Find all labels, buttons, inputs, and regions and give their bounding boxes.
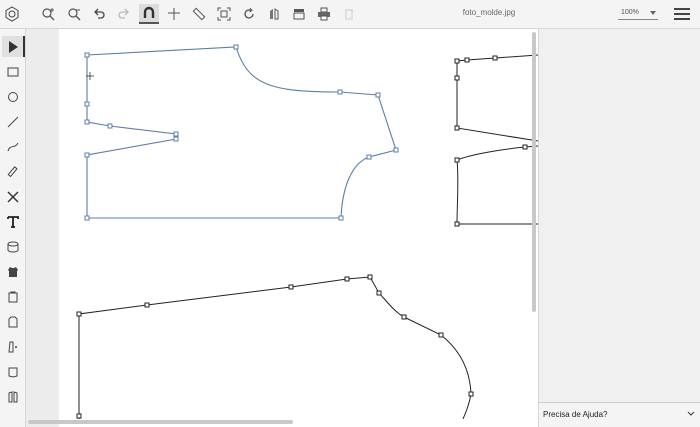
jacket-icon[interactable]: [2, 386, 23, 407]
top-toolbar: foto_molde.jpg 100%: [0, 0, 700, 29]
pencil-icon[interactable]: [2, 161, 23, 182]
chevron-down-icon[interactable]: [687, 411, 695, 417]
close-x-icon[interactable]: [2, 186, 23, 207]
layers-icon[interactable]: [289, 4, 309, 24]
circle-icon[interactable]: [2, 86, 23, 107]
pocket-icon[interactable]: [2, 361, 23, 382]
zoom-out-icon[interactable]: [64, 4, 84, 24]
vertical-ruler: [26, 29, 59, 427]
app-logo-icon[interactable]: [2, 4, 22, 24]
redo-icon[interactable]: [114, 4, 134, 24]
delete-icon[interactable]: [339, 4, 359, 24]
vertical-scrollbar[interactable]: [532, 32, 536, 312]
help-bar[interactable]: Precisa de Ajuda?: [539, 402, 700, 427]
sleeve-icon[interactable]: [2, 336, 23, 357]
chevron-down-icon: [650, 11, 656, 15]
pattern-front-icon[interactable]: [2, 286, 23, 307]
shirt-icon[interactable]: [2, 261, 23, 282]
select-arrow-icon[interactable]: [2, 36, 25, 57]
hamburger-menu-icon[interactable]: [674, 8, 690, 20]
mirror-icon[interactable]: [264, 4, 284, 24]
text-icon[interactable]: [2, 211, 23, 232]
undo-icon[interactable]: [89, 4, 109, 24]
magnet-icon[interactable]: [139, 4, 159, 24]
file-name: foto_molde.jpg: [462, 8, 516, 17]
zoom-value: 100%: [621, 9, 639, 16]
help-label: Precisa de Ajuda?: [543, 410, 608, 419]
rotate-icon[interactable]: [239, 4, 259, 24]
pattern-piece-selected[interactable]: [84, 44, 399, 221]
horizontal-scrollbar[interactable]: [28, 420, 293, 424]
left-toolbar: [0, 29, 26, 427]
pattern-piece-right[interactable]: [454, 54, 538, 227]
right-panel: Precisa de Ajuda?: [538, 29, 700, 427]
pattern-piece-bottom[interactable]: [76, 274, 474, 419]
print-icon[interactable]: [314, 4, 334, 24]
line-icon[interactable]: [2, 111, 23, 132]
crosshair-icon[interactable]: [164, 4, 184, 24]
drawing-canvas[interactable]: [59, 29, 538, 419]
rectangle-icon[interactable]: [2, 61, 23, 82]
curve-icon[interactable]: [2, 136, 23, 157]
zoom-in-icon[interactable]: [38, 4, 58, 24]
pattern-back-icon[interactable]: [2, 311, 23, 332]
zoom-select[interactable]: 100%: [618, 7, 658, 20]
stack-icon[interactable]: [2, 236, 23, 257]
ruler-icon[interactable]: [189, 4, 209, 24]
fit-frame-icon[interactable]: [214, 4, 234, 24]
